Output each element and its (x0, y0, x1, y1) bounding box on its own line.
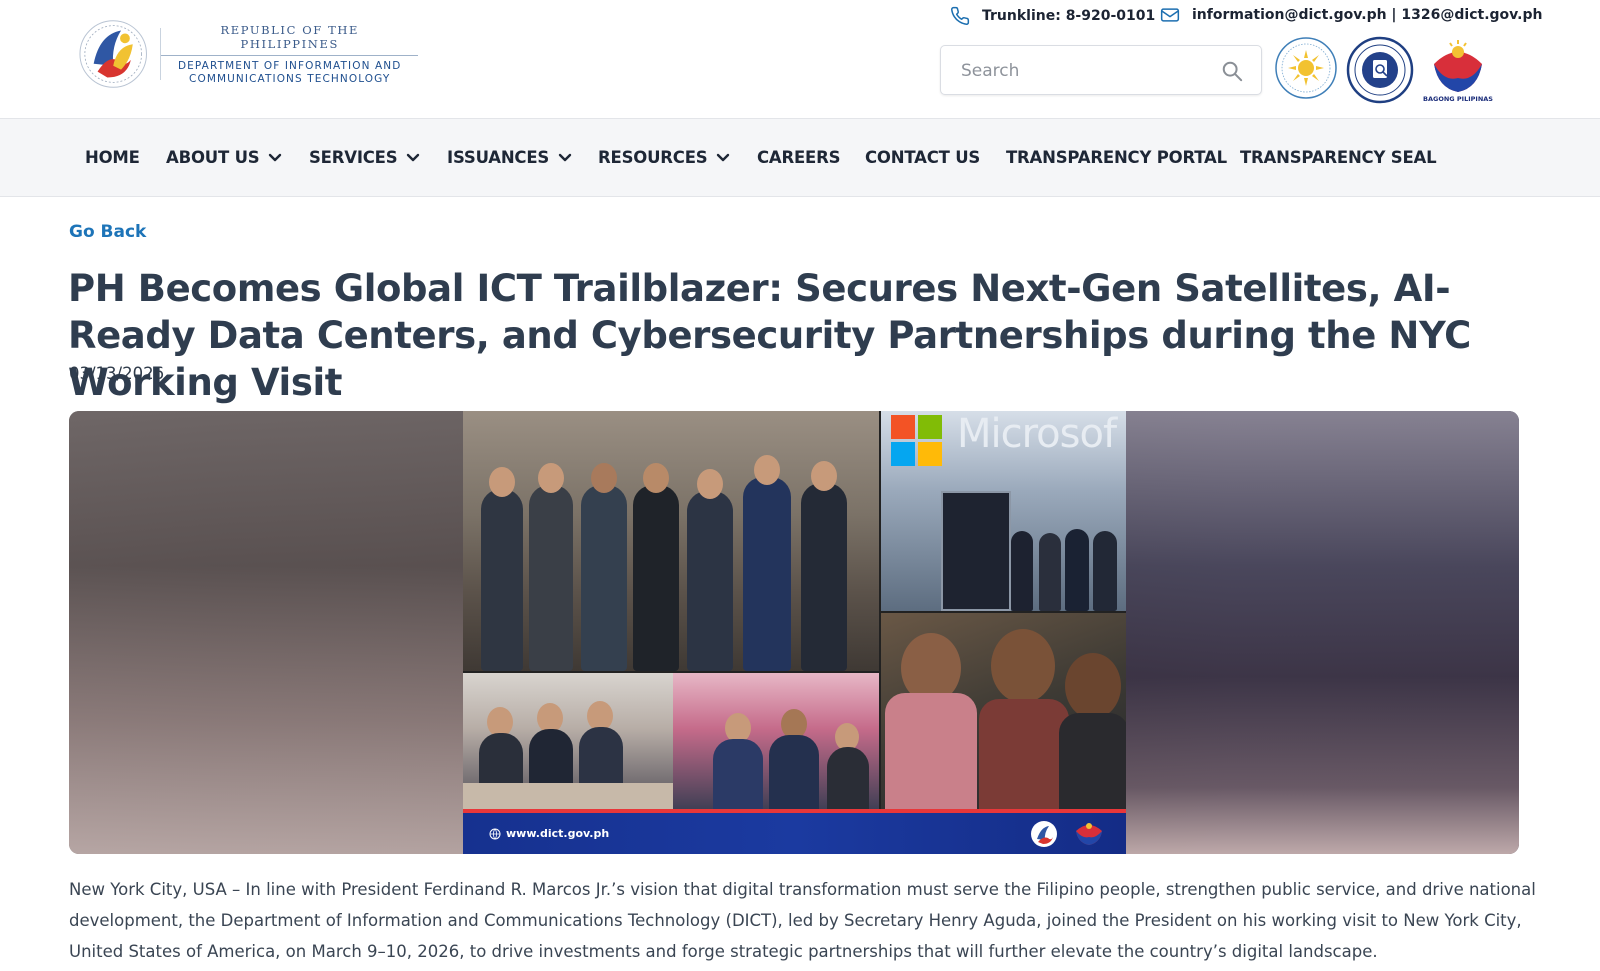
person-figure (885, 693, 977, 813)
site-header: REPUBLIC OF THE PHILIPPINES DEPARTMENT O… (0, 0, 1600, 118)
person-figure (1011, 531, 1033, 611)
article-paragraph: New York City, USA – In line with Presid… (69, 880, 1536, 961)
students-photo (881, 613, 1126, 813)
photo-collage: Microsof www.dict.gov.ph (463, 411, 1126, 854)
logo-republic-text: REPUBLIC OF THE PHILIPPINES (161, 23, 418, 56)
search-box (940, 45, 1262, 95)
person-figure (801, 483, 847, 671)
collage-footer-strip: www.dict.gov.ph (463, 809, 1126, 854)
search-input[interactable] (961, 58, 1201, 84)
chevron-down-icon (268, 153, 282, 163)
nav-item-transparency-seal[interactable]: TRANSPARENCY SEAL (1240, 119, 1437, 196)
person-head (1065, 653, 1121, 719)
person-figure (481, 489, 523, 671)
search-icon (1222, 61, 1243, 82)
chevron-down-icon (716, 153, 730, 163)
nav-item-contact-us[interactable]: CONTACT US (865, 119, 980, 196)
dict-mini-logo-icon (1031, 821, 1057, 847)
person-head (489, 467, 515, 497)
logo-department-line1: DEPARTMENT OF INFORMATION AND (178, 59, 402, 72)
nav-item-resources[interactable]: RESOURCES (598, 119, 730, 196)
hero-blur-right (1125, 411, 1519, 854)
transparency-seal-icon[interactable] (1274, 36, 1338, 100)
article-hero-image[interactable]: Microsof www.dict.gov.ph (69, 411, 1519, 854)
dict-website-url: www.dict.gov.ph (489, 827, 609, 840)
person-figure (1039, 533, 1061, 611)
building-door (941, 491, 1011, 611)
mail-icon (1160, 8, 1180, 22)
nav-item-label: SERVICES (309, 148, 398, 167)
email-contact[interactable]: information@dict.gov.ph | 1326@dict.gov.… (1160, 6, 1542, 24)
dict-website-url-text: www.dict.gov.ph (506, 827, 610, 840)
bagong-pilipinas-label: BAGONG PILIPINAS (1423, 95, 1493, 103)
nav-item-label: TRANSPARENCY PORTAL (1006, 148, 1227, 167)
person-figure (743, 477, 791, 671)
trunkline-contact[interactable]: Trunkline: 8-920-0101 (950, 6, 1155, 26)
microsoft-building-photo: Microsof (881, 411, 1126, 611)
person-head (697, 469, 723, 499)
person-figure (581, 485, 627, 671)
nav-item-label: CAREERS (757, 148, 841, 167)
nav-item-label: ISSUANCES (447, 148, 550, 167)
go-back-link[interactable]: Go Back (69, 222, 146, 242)
trunkline-text: Trunkline: 8-920-0101 (982, 8, 1156, 24)
freedom-of-information-icon[interactable] (1346, 36, 1414, 104)
article-date: 03/13/2026 (69, 364, 165, 383)
person-figure (1065, 529, 1089, 611)
nav-item-issuances[interactable]: ISSUANCES (447, 119, 572, 196)
microsoft-sign-text: Microsof (957, 411, 1117, 457)
nav-item-home[interactable]: HOME (85, 119, 140, 196)
search-button[interactable] (1219, 58, 1245, 84)
logo-department-line2: COMMUNICATIONS TECHNOLOGY (189, 72, 391, 85)
chevron-down-icon (558, 153, 572, 163)
nav-item-label: RESOURCES (598, 148, 708, 167)
nav-item-services[interactable]: SERVICES (309, 119, 420, 196)
person-figure (1059, 713, 1126, 813)
person-head (643, 463, 669, 493)
nav-item-label: ABOUT US (166, 148, 260, 167)
chevron-down-icon (406, 153, 420, 163)
person-head (591, 463, 617, 493)
person-head (991, 629, 1055, 703)
nav-item-careers[interactable]: CAREERS (757, 119, 841, 196)
email-text: information@dict.gov.ph | 1326@dict.gov.… (1192, 7, 1543, 23)
person-figure (529, 485, 573, 671)
person-head (811, 461, 837, 491)
person-figure (1093, 531, 1117, 611)
nav-item-about-us[interactable]: ABOUT US (166, 119, 282, 196)
nav-item-transparency-portal[interactable]: TRANSPARENCY PORTAL (1006, 119, 1227, 196)
nav-item-label: HOME (85, 148, 140, 167)
person-figure (687, 491, 733, 671)
logo-wordmark: REPUBLIC OF THE PHILIPPINES DEPARTMENT O… (160, 23, 418, 85)
bagong-pilipinas-mini-icon (1076, 823, 1102, 845)
group-photo (463, 411, 879, 671)
person-head (538, 463, 564, 493)
hero-blur-left (69, 411, 463, 854)
person-figure (979, 699, 1069, 813)
person-head (754, 455, 780, 485)
dict-logo[interactable]: REPUBLIC OF THE PHILIPPINES DEPARTMENT O… (78, 14, 418, 94)
meeting-photo (463, 673, 879, 813)
main-nav: HOME ABOUT US SERVICES ISSUANCES RESOURC… (0, 118, 1600, 197)
logo-department-text: DEPARTMENT OF INFORMATION AND COMMUNICAT… (161, 56, 418, 86)
microsoft-logo-icon (891, 415, 942, 466)
article-title: PH Becomes Global ICT Trailblazer: Secur… (68, 267, 1471, 404)
person-figure (769, 735, 819, 813)
nav-item-label: TRANSPARENCY SEAL (1240, 148, 1437, 167)
globe-icon (489, 828, 501, 839)
person-figure (713, 739, 763, 813)
person-figure (827, 747, 869, 813)
bagong-pilipinas-icon[interactable]: BAGONG PILIPINAS (1420, 34, 1496, 104)
dict-seal-icon (79, 20, 147, 88)
person-figure (633, 485, 679, 671)
phone-icon (951, 6, 970, 25)
nav-item-label: CONTACT US (865, 148, 981, 167)
